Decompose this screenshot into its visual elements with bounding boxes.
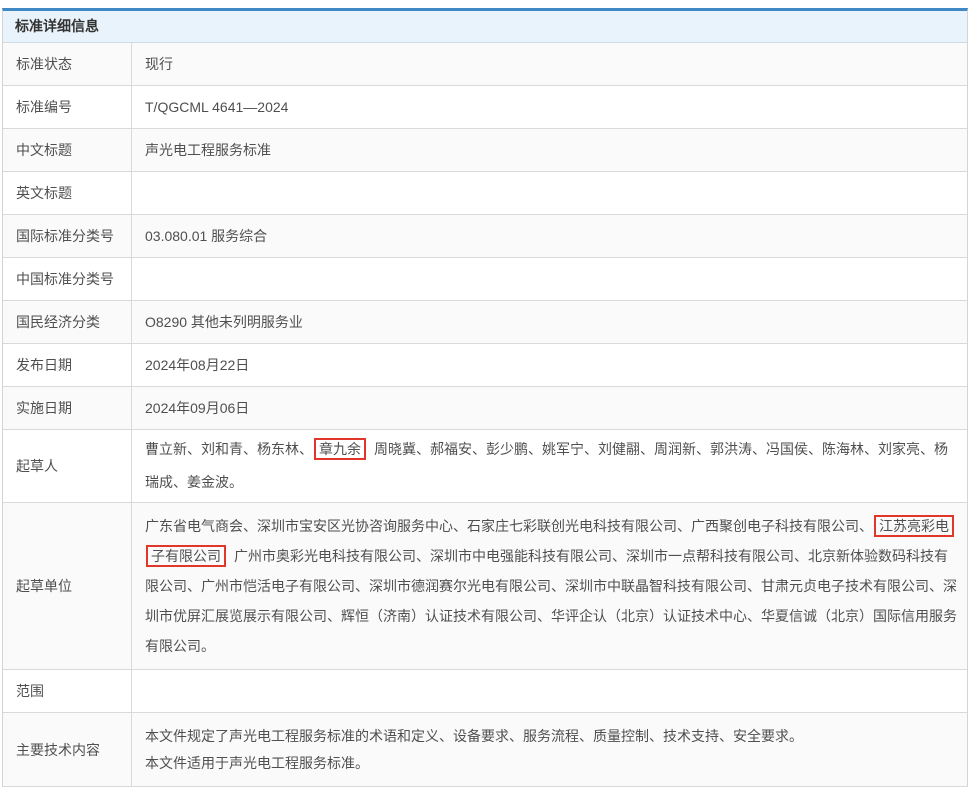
technical-paragraph: 本文件规定了声光电工程服务标准的术语和定义、设备要求、服务流程、质量控制、技术支… (145, 726, 957, 746)
table-row-scope: 范围 (3, 670, 967, 713)
row-value: O8290 其他未列明服务业 (132, 301, 967, 343)
organizations-after: 广州市奥彩光电科技有限公司、深圳市中电强能科技有限公司、深圳市一点帮科技有限公司… (145, 548, 957, 654)
table-row-technical-content: 主要技术内容 本文件规定了声光电工程服务标准的术语和定义、设备要求、服务流程、质… (3, 713, 967, 787)
row-label: 国民经济分类 (3, 301, 132, 343)
highlight-box-drafter: 章九余 (314, 438, 366, 460)
panel-title: 标准详细信息 (3, 11, 967, 43)
row-value (132, 182, 967, 204)
row-label: 范围 (3, 670, 132, 712)
row-label: 中国标准分类号 (3, 258, 132, 300)
table-row-number: 标准编号 T/QGCML 4641—2024 (3, 86, 967, 129)
table-row-organizations: 起草单位 广东省电气商会、深圳市宝安区光协咨询服务中心、石家庄七彩联创光电科技有… (3, 503, 967, 670)
technical-paragraph: 本文件适用于声光电工程服务标准。 (145, 753, 957, 773)
table-row-economy-class: 国民经济分类 O8290 其他未列明服务业 (3, 301, 967, 344)
table-row-status: 标准状态 现行 (3, 43, 967, 86)
row-value: 现行 (132, 43, 967, 85)
row-label: 起草人 (3, 430, 132, 502)
row-label: 中文标题 (3, 129, 132, 171)
row-value: 声光电工程服务标准 (132, 129, 967, 171)
row-value (132, 268, 967, 290)
drafters-before: 曹立新、刘和青、杨东林、 (145, 441, 313, 457)
standard-detail-panel: 标准详细信息 标准状态 现行 标准编号 T/QGCML 4641—2024 中文… (2, 8, 968, 787)
table-row-drafters: 起草人 曹立新、刘和青、杨东林、章九余周晓冀、郝福安、彭少鹏、姚军宁、刘健翮、周… (3, 430, 967, 503)
table-row-ccs: 中国标准分类号 (3, 258, 967, 301)
table-row-publish-date: 发布日期 2024年08月22日 (3, 344, 967, 387)
row-value: 03.080.01 服务综合 (132, 215, 967, 257)
row-label: 实施日期 (3, 387, 132, 429)
row-label: 发布日期 (3, 344, 132, 386)
table-row-english-title: 英文标题 (3, 172, 967, 215)
table-row-implement-date: 实施日期 2024年09月06日 (3, 387, 967, 430)
row-label: 英文标题 (3, 172, 132, 214)
row-label: 标准状态 (3, 43, 132, 85)
organizations-value: 广东省电气商会、深圳市宝安区光协咨询服务中心、石家庄七彩联创光电科技有限公司、广… (132, 503, 967, 669)
row-value: 2024年08月22日 (132, 344, 967, 386)
row-label: 标准编号 (3, 86, 132, 128)
row-label: 国际标准分类号 (3, 215, 132, 257)
row-value (132, 680, 967, 702)
row-label: 起草单位 (3, 503, 132, 669)
drafters-value: 曹立新、刘和青、杨东林、章九余周晓冀、郝福安、彭少鹏、姚军宁、刘健翮、周润新、郭… (132, 430, 967, 502)
table-row-chinese-title: 中文标题 声光电工程服务标准 (3, 129, 967, 172)
row-value: T/QGCML 4641—2024 (132, 86, 967, 128)
organizations-before: 广东省电气商会、深圳市宝安区光协咨询服务中心、石家庄七彩联创光电科技有限公司、广… (145, 518, 873, 534)
table-row-ics: 国际标准分类号 03.080.01 服务综合 (3, 215, 967, 258)
row-value: 2024年09月06日 (132, 387, 967, 429)
